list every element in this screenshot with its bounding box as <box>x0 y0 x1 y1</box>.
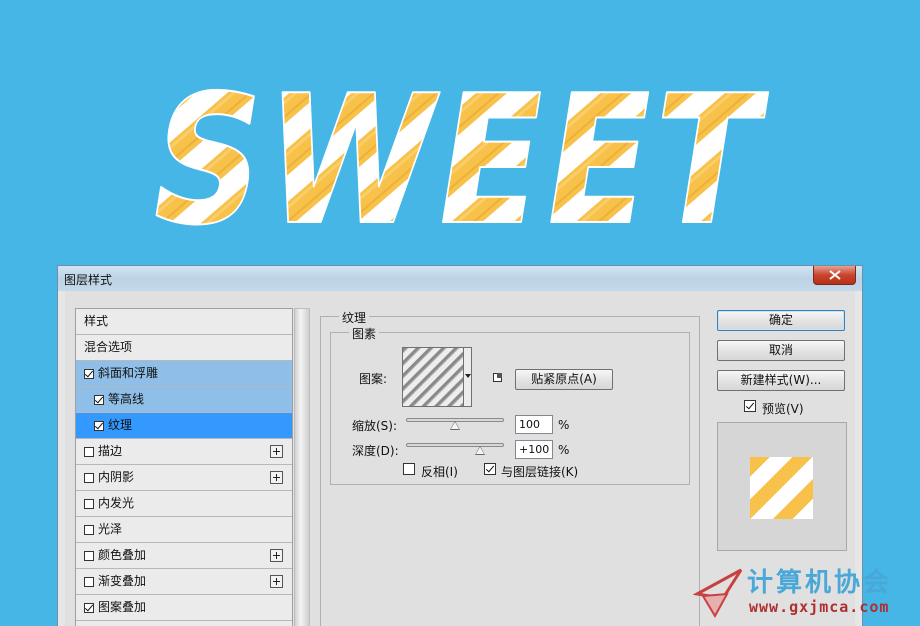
depth-slider-thumb[interactable] <box>474 446 485 455</box>
sweet-text: SWEET <box>137 58 780 262</box>
style-item-checkbox[interactable] <box>84 525 94 535</box>
add-effect-plus-icon[interactable] <box>270 575 283 588</box>
add-effect-plus-icon[interactable] <box>270 549 283 562</box>
style-item-checkbox[interactable] <box>94 421 104 431</box>
style-item-label: 样式 <box>84 314 109 328</box>
style-item-label: 光泽 <box>98 522 123 536</box>
pattern-swatch[interactable] <box>402 347 464 407</box>
style-item[interactable]: 描边 <box>76 439 292 465</box>
style-item-checkbox[interactable] <box>84 499 94 509</box>
preview-label: 预览(V) <box>762 402 804 416</box>
texture-group-title: 纹理 <box>339 309 370 326</box>
style-item-label: 内发光 <box>98 496 135 510</box>
style-item[interactable]: 样式 <box>76 309 292 335</box>
link-with-layer-checkbox[interactable] <box>484 463 496 475</box>
cancel-button[interactable]: 取消 <box>717 340 845 361</box>
preview-thumbnail <box>750 457 813 519</box>
style-item[interactable]: 颜色叠加 <box>76 543 292 569</box>
style-item[interactable]: 斜面和浮雕 <box>76 361 292 387</box>
style-item[interactable]: 混合选项 <box>76 335 292 361</box>
style-item-label: 渐变叠加 <box>98 574 147 588</box>
link-with-layer-label: 与图层链接(K) <box>501 465 579 479</box>
style-item-checkbox[interactable] <box>84 577 94 587</box>
watermark-title: 计算机协会 <box>747 568 893 598</box>
style-item-checkbox[interactable] <box>84 603 94 613</box>
style-item-label: 纹理 <box>108 418 133 432</box>
style-item-checkbox[interactable] <box>84 369 94 379</box>
styles-list: 样式混合选项斜面和浮雕等高线纹理描边内阴影内发光光泽颜色叠加渐变叠加图案叠加 <box>75 308 293 626</box>
scale-input[interactable]: 100 <box>515 415 553 434</box>
sweet-artwork: SWEET <box>136 57 781 262</box>
style-item-label: 颜色叠加 <box>98 548 147 562</box>
depth-slider[interactable] <box>406 443 504 447</box>
style-item-label: 斜面和浮雕 <box>98 366 159 380</box>
style-item-checkbox[interactable] <box>94 395 104 405</box>
snap-to-origin-button[interactable]: 贴紧原点(A) <box>515 369 613 390</box>
invert-label: 反相(I) <box>421 465 458 479</box>
style-item-label: 内阴影 <box>98 470 135 484</box>
dialog-titlebar[interactable]: 图层样式 <box>58 266 862 291</box>
style-item-label: 等高线 <box>108 392 145 406</box>
preview-checkbox[interactable] <box>744 400 756 412</box>
scale-slider-thumb[interactable] <box>450 421 460 430</box>
style-item-label: 图案叠加 <box>98 600 147 614</box>
pattern-label: 图案: <box>359 372 388 386</box>
styles-list-scrollbar[interactable] <box>294 308 310 626</box>
style-item-checkbox[interactable] <box>84 551 94 561</box>
close-button[interactable] <box>813 266 856 285</box>
style-item[interactable]: 图案叠加 <box>76 595 292 621</box>
add-effect-plus-icon[interactable] <box>270 445 283 458</box>
close-icon <box>829 270 841 280</box>
pattern-preview-icon <box>403 348 463 406</box>
style-item-label: 混合选项 <box>84 340 133 354</box>
watermark-logo-icon <box>693 568 743 619</box>
dialog-title: 图层样式 <box>64 273 113 287</box>
style-item[interactable]: 等高线 <box>76 387 292 413</box>
style-item[interactable]: 纹理 <box>76 413 292 439</box>
watermark-url: www.gxjmca.com <box>749 598 890 616</box>
depth-unit: % <box>558 443 570 457</box>
watermark: 计算机协会 www.gxjmca.com <box>693 560 920 626</box>
ok-button[interactable]: 确定 <box>717 310 845 331</box>
pattern-dropdown-arrow[interactable] <box>464 347 472 407</box>
style-item-checkbox[interactable] <box>84 447 94 457</box>
depth-label: 深度(D): <box>352 444 399 458</box>
style-item-checkbox[interactable] <box>84 473 94 483</box>
new-style-button[interactable]: 新建样式(W)... <box>717 370 845 391</box>
depth-input[interactable]: +100 <box>515 440 553 459</box>
style-item[interactable]: 内阴影 <box>76 465 292 491</box>
scale-unit: % <box>558 418 570 432</box>
new-preset-icon[interactable] <box>493 373 502 382</box>
preview-box <box>717 422 847 551</box>
style-item[interactable]: 内发光 <box>76 491 292 517</box>
style-item[interactable]: 光泽 <box>76 517 292 543</box>
style-item-label: 描边 <box>98 444 123 458</box>
add-effect-plus-icon[interactable] <box>270 471 283 484</box>
invert-checkbox[interactable] <box>403 463 415 475</box>
style-item[interactable]: 渐变叠加 <box>76 569 292 595</box>
candy-preview-icon <box>750 457 813 519</box>
pattern-subgroup-title: 图素 <box>349 325 380 342</box>
scale-label: 缩放(S): <box>352 419 398 433</box>
